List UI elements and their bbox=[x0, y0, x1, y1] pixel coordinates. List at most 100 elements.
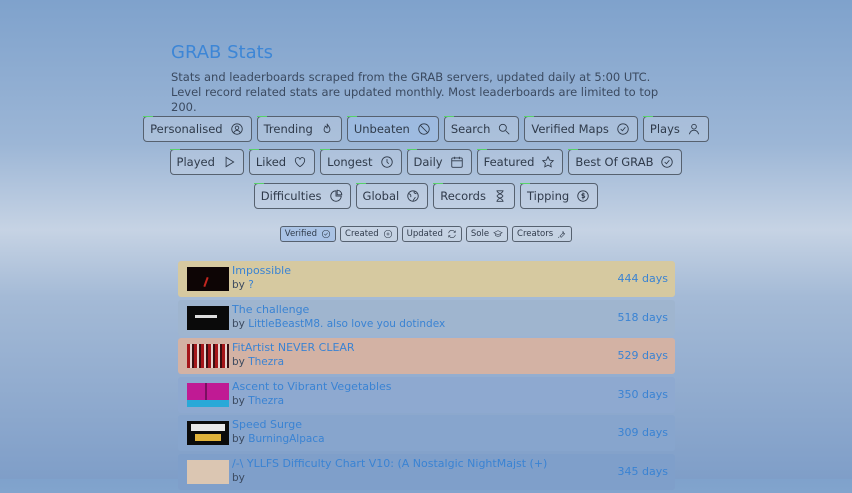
play-icon bbox=[225, 156, 235, 168]
page-subtitle: Stats and leaderboards scraped from the … bbox=[171, 70, 659, 114]
nav-row-2: Played Liked Longest Daily Featured Best Of G… bbox=[0, 149, 852, 177]
days-unbeaten: 529 days bbox=[617, 349, 668, 363]
list-item[interactable]: /-\ YLLFS Difficulty Chart V10: (A Nosta… bbox=[178, 453, 675, 490]
list-item[interactable]: Impossible by ? 444 days bbox=[178, 261, 675, 297]
level-info: Ascent to Vibrant Vegetables by Thezra bbox=[232, 380, 392, 408]
days-unbeaten: 444 days bbox=[617, 272, 668, 285]
filter-label: Verified bbox=[284, 229, 318, 239]
level-thumbnail[interactable] bbox=[187, 421, 229, 446]
level-title-link[interactable]: Ascent to Vibrant Vegetables bbox=[232, 380, 392, 394]
nav-button-search[interactable]: Search bbox=[443, 116, 520, 142]
nav-button-label: Records bbox=[440, 189, 486, 203]
heart-icon bbox=[295, 157, 306, 168]
nav-button-label: Personalised bbox=[150, 122, 223, 136]
list-item[interactable]: Speed Surge by BurningAlpaca 309 days bbox=[178, 415, 675, 452]
level-thumbnail[interactable] bbox=[187, 344, 229, 369]
nav-button-liked[interactable]: Liked bbox=[248, 149, 316, 175]
level-title-link[interactable]: FitArtist NEVER CLEAR bbox=[232, 341, 355, 355]
level-title-link[interactable]: /-\ YLLFS Difficulty Chart V10: (A Nosta… bbox=[232, 457, 547, 471]
level-thumbnail[interactable] bbox=[187, 382, 229, 407]
level-info: FitArtist NEVER CLEAR by Thezra bbox=[232, 341, 355, 369]
list-item[interactable]: Ascent to Vibrant Vegetables by Thezra 350… bbox=[178, 376, 675, 413]
filter-label: Updated bbox=[406, 229, 443, 239]
ban-icon bbox=[418, 123, 430, 135]
creator-link[interactable]: Thezra bbox=[248, 395, 284, 407]
level-thumbnail[interactable] bbox=[187, 267, 229, 291]
refresh-icon bbox=[448, 230, 456, 238]
level-byline: by Thezra bbox=[232, 394, 392, 408]
check-circle-icon bbox=[661, 156, 674, 168]
nav-button-trending[interactable]: Trending bbox=[256, 116, 342, 142]
creator-link[interactable]: ? bbox=[248, 279, 254, 291]
graduation-cap-icon bbox=[493, 230, 503, 237]
nav-button-unbeaten[interactable]: Unbeaten bbox=[346, 116, 439, 142]
nav-button-label: Played bbox=[176, 155, 215, 169]
days-unbeaten: 345 days bbox=[617, 464, 668, 478]
nav-row-1: Personalised Trending Unbeaten Search Verifi… bbox=[0, 116, 852, 144]
list-item[interactable]: FitArtist NEVER CLEAR by Thezra 529 days bbox=[178, 338, 675, 375]
level-info: Speed Surge by BurningAlpaca bbox=[232, 418, 325, 446]
nav-button-best-of-grab[interactable]: Best Of GRAB bbox=[568, 149, 683, 175]
creator-link[interactable]: Thezra bbox=[248, 356, 284, 368]
by-label: by bbox=[232, 471, 245, 484]
by-label: by bbox=[232, 279, 245, 291]
nav-button-featured[interactable]: Featured bbox=[476, 149, 564, 175]
flame-icon bbox=[323, 123, 331, 133]
level-info: Impossible by ? bbox=[232, 264, 291, 292]
nav-button-difficulties[interactable]: Difficulties bbox=[253, 183, 351, 209]
level-title-link[interactable]: The challenge bbox=[232, 303, 445, 317]
days-unbeaten: 309 days bbox=[617, 426, 668, 440]
nav-button-label: Global bbox=[362, 189, 400, 203]
filter-label: Creators bbox=[517, 229, 554, 239]
calendar-icon bbox=[450, 156, 463, 168]
days-unbeaten: 350 days bbox=[617, 387, 668, 401]
nav-button-records[interactable]: Records bbox=[433, 183, 515, 209]
nav-button-personalised[interactable]: Personalised bbox=[143, 116, 252, 142]
nav-button-label: Featured bbox=[483, 155, 535, 169]
nav-button-longest[interactable]: Longest bbox=[320, 149, 402, 175]
nav-button-tipping[interactable]: Tipping bbox=[519, 183, 599, 209]
filter-verified[interactable]: Verified bbox=[279, 226, 337, 242]
nav-button-verified-maps[interactable]: Verified Maps bbox=[524, 116, 638, 142]
clock-icon bbox=[380, 156, 393, 168]
nav-button-label: Search bbox=[450, 122, 491, 136]
level-thumbnail[interactable] bbox=[187, 459, 229, 484]
creator-link[interactable]: BurningAlpaca bbox=[248, 433, 324, 445]
filter-label: Sole bbox=[470, 229, 490, 239]
level-list: Impossible by ? 444 days The challenge by Li… bbox=[178, 261, 675, 493]
by-label: by bbox=[232, 433, 245, 446]
level-info: /-\ YLLFS Difficulty Chart V10: (A Nosta… bbox=[232, 457, 547, 485]
by-label: by bbox=[232, 394, 245, 407]
page: GRAB Stats Stats and leaderboards scrape… bbox=[0, 0, 852, 490]
nav-button-label: Daily bbox=[413, 155, 443, 169]
nav-button-label: Trending bbox=[263, 122, 313, 136]
page-title: GRAB Stats bbox=[171, 42, 274, 63]
nav-button-global[interactable]: Global bbox=[355, 183, 429, 209]
level-title-link[interactable]: Speed Surge bbox=[232, 418, 325, 432]
days-unbeaten: 518 days bbox=[617, 310, 668, 324]
level-byline: by Thezra bbox=[232, 355, 355, 369]
filter-sole[interactable]: Sole bbox=[465, 226, 509, 242]
nav-button-plays[interactable]: Plays bbox=[642, 116, 709, 142]
filter-row: Verified Created Updated Sole Creators bbox=[0, 226, 852, 242]
check-circle-icon bbox=[321, 229, 331, 239]
user-circle-icon bbox=[230, 123, 243, 135]
filter-updated[interactable]: Updated bbox=[401, 226, 462, 242]
nav-row-3: Difficulties Global Records Tipping bbox=[0, 183, 852, 211]
dollar-circle-icon bbox=[577, 190, 589, 202]
nav-button-label: Unbeaten bbox=[353, 122, 410, 136]
level-byline: by ? bbox=[232, 278, 291, 292]
pie-chart-icon bbox=[329, 189, 342, 202]
level-thumbnail[interactable] bbox=[187, 305, 229, 330]
nav-button-played[interactable]: Played bbox=[169, 149, 244, 175]
level-title-link[interactable]: Impossible bbox=[232, 264, 291, 278]
star-icon bbox=[542, 155, 555, 168]
filter-creators[interactable]: Creators bbox=[512, 226, 573, 242]
filter-label: Created bbox=[345, 229, 379, 239]
nav-button-daily[interactable]: Daily bbox=[406, 149, 472, 175]
list-item[interactable]: The challenge by LittleBeastM8. also love… bbox=[178, 299, 675, 336]
creator-link[interactable]: LittleBeastM8. also love you dotindex bbox=[248, 318, 445, 330]
filter-created[interactable]: Created bbox=[340, 226, 398, 242]
nav-button-label: Verified Maps bbox=[531, 122, 609, 136]
level-byline: by bbox=[232, 471, 547, 485]
